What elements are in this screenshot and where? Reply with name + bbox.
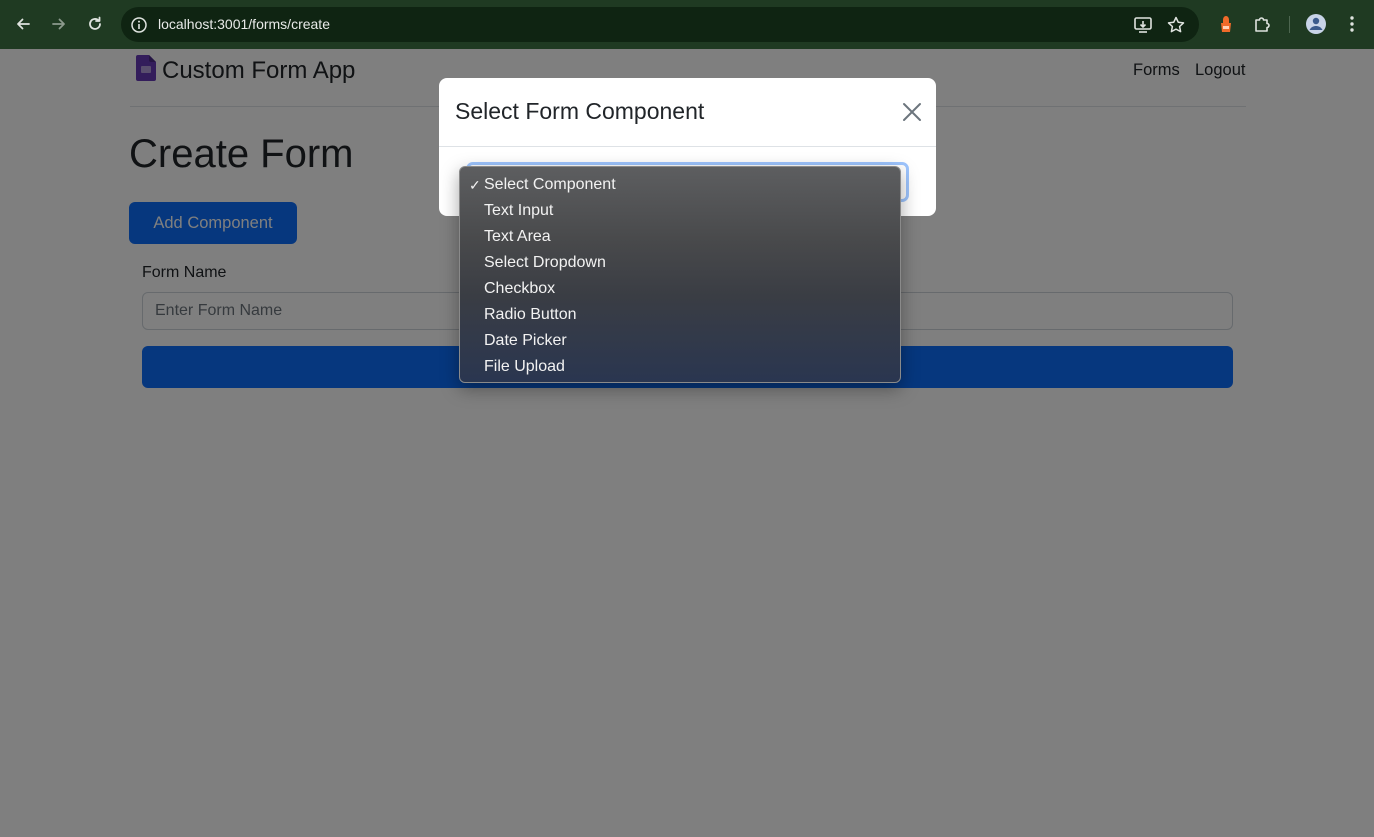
option-file-upload[interactable]: File Upload (460, 354, 900, 380)
option-text-input[interactable]: Text Input (460, 198, 900, 224)
toolbar-separator (1289, 16, 1290, 33)
install-app-icon[interactable] (1133, 15, 1153, 35)
modal-title: Select Form Component (455, 98, 705, 124)
site-info-icon[interactable] (130, 16, 148, 34)
option-label: Select Component (484, 176, 616, 193)
bookmark-star-icon[interactable] (1166, 15, 1186, 35)
reload-icon[interactable] (84, 13, 106, 35)
option-date-picker[interactable]: Date Picker (460, 328, 900, 354)
checkmark-icon: ✓ (469, 177, 481, 193)
option-select-dropdown[interactable]: Select Dropdown (460, 250, 900, 276)
modal-header: Select Form Component (439, 78, 936, 147)
close-x-icon[interactable] (901, 101, 923, 123)
menu-kebab-icon[interactable] (1341, 13, 1363, 35)
option-checkbox[interactable]: Checkbox (460, 276, 900, 302)
forward-arrow-icon[interactable] (48, 13, 70, 35)
back-arrow-icon[interactable] (12, 13, 34, 35)
address-bar[interactable]: localhost:3001/forms/create (121, 7, 1199, 42)
option-select-component[interactable]: ✓ Select Component (460, 172, 900, 198)
option-text-area[interactable]: Text Area (460, 224, 900, 250)
extensions-icon[interactable] (1251, 13, 1273, 35)
option-radio-button[interactable]: Radio Button (460, 302, 900, 328)
profile-avatar-icon[interactable] (1305, 13, 1327, 35)
browser-toolbar: localhost:3001/forms/create (0, 0, 1374, 49)
url-text[interactable]: localhost:3001/forms/create (158, 16, 330, 32)
extension-puzzle-icon[interactable] (1215, 13, 1237, 35)
component-select-dropdown: ✓ Select Component Text Input Text Area … (459, 166, 901, 383)
